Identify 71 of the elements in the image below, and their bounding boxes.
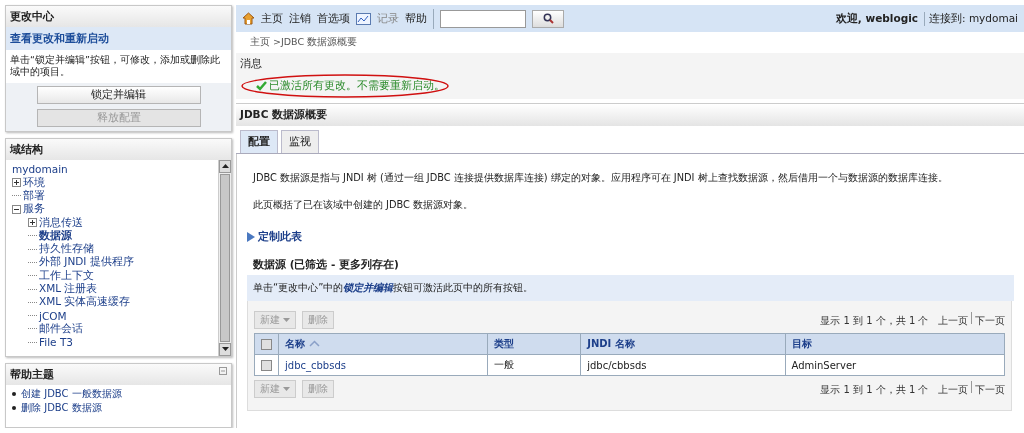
tree-item[interactable]: 消息传送 xyxy=(39,215,83,230)
caret-icon xyxy=(283,386,290,392)
tree-item[interactable]: 持久性存储 xyxy=(39,242,94,257)
expand-icon[interactable] xyxy=(12,178,21,188)
tree-item[interactable]: 外部 JNDI 提供程序 xyxy=(39,255,134,270)
datasource-link[interactable]: jdbc_cbbsds xyxy=(278,354,488,376)
tree-item[interactable]: XML 实体高速缓存 xyxy=(39,295,131,310)
checkbox[interactable] xyxy=(261,338,272,350)
tree-item[interactable]: 数据源 xyxy=(39,228,72,243)
previous-page-link[interactable]: 上一页 xyxy=(938,315,968,326)
scrollbar[interactable] xyxy=(218,159,231,356)
tree-item[interactable]: 环境 xyxy=(23,175,45,190)
breadcrumb[interactable]: 主页 >JDBC 数据源概要 xyxy=(236,32,1024,53)
table-title: 数据源 (已筛选 - 更多列存在) xyxy=(253,258,400,272)
pagination-summary: 显示 1 到 1 个，共 1 个 xyxy=(820,315,929,326)
next-page-link[interactable]: 下一页 xyxy=(975,384,1005,395)
sort-icon xyxy=(309,340,320,347)
description-text: 此页概括了已在该域中创建的 JDBC 数据源对象。 xyxy=(253,199,475,212)
next-page-link[interactable]: 下一页 xyxy=(975,315,1005,326)
tab[interactable]: 监视 xyxy=(281,130,319,153)
bullet-icon xyxy=(12,405,16,410)
expand-icon[interactable] xyxy=(28,218,37,227)
column-header[interactable]: 目标 xyxy=(785,333,1005,355)
caret-icon xyxy=(283,317,290,323)
description-text: 单击“锁定并编辑”按钮，可修改，添加或删除此域中的项目。 xyxy=(9,53,221,80)
panel-title: 域结构 xyxy=(6,138,231,160)
triangle-icon[interactable] xyxy=(247,232,255,242)
help-link[interactable]: 创建 JDBC 一般数据源 xyxy=(21,387,122,400)
column-header[interactable]: 类型 xyxy=(487,333,581,355)
bullet-icon xyxy=(12,391,16,396)
checkmark-icon xyxy=(256,81,267,91)
tree-item[interactable]: 邮件会话 xyxy=(39,321,83,336)
previous-page-link[interactable]: 上一页 xyxy=(938,384,968,395)
tab[interactable]: 配置 xyxy=(240,130,278,153)
tree-item[interactable]: 工作上下文 xyxy=(39,268,94,283)
down-arrow-icon[interactable] xyxy=(221,347,229,352)
customize-table-link[interactable]: 定制此表 xyxy=(258,230,302,244)
notice-text: 单击“更改中心”中的锁定并编辑按钮可激活此页中的所有按钮。 xyxy=(247,275,1014,301)
success-message: 已激活所有更改。不需要重新启动。 xyxy=(269,79,445,93)
tree-item[interactable]: jCOM xyxy=(39,309,67,322)
panel-title: 更改中心 xyxy=(6,6,231,27)
search-field[interactable] xyxy=(440,9,526,28)
toolbar-link[interactable]: 注销 xyxy=(289,11,311,26)
panel-title: 帮助主题 xyxy=(10,366,54,382)
view-changes-link[interactable]: 查看更改和重新启动 xyxy=(6,27,231,50)
help-link[interactable]: 删除 JDBC 数据源 xyxy=(21,401,102,414)
tree-item[interactable]: 部署 xyxy=(23,188,45,203)
chart-icon[interactable] xyxy=(356,12,371,25)
description-text: JDBC 数据源是指与 JNDI 树 (通过一组 JDBC 连接提供数据库连接) 绑定的对象。应用程序可在 JNDI 树上查找数据源，然后借用一个与数据源的数据库连接。 xyxy=(253,172,949,185)
lock-edit-button[interactable]: 锁定并编辑 xyxy=(36,85,201,104)
collapse-icon[interactable] xyxy=(12,204,21,214)
tree-item[interactable]: File T3 xyxy=(39,336,73,349)
toolbar-link[interactable]: 首选项 xyxy=(317,11,350,26)
messages-title: 消息 xyxy=(240,56,263,71)
checkbox[interactable] xyxy=(261,359,272,371)
search-icon xyxy=(542,13,554,24)
toolbar-link[interactable]: 主页 xyxy=(261,11,283,26)
tree-item[interactable]: 服务 xyxy=(23,202,45,217)
up-arrow-icon[interactable] xyxy=(221,164,229,169)
tree-item[interactable]: XML 注册表 xyxy=(39,282,98,296)
panel-title: JDBC 数据源概要 xyxy=(236,103,1024,126)
column-header[interactable]: JNDI 名称 xyxy=(580,333,785,355)
tree-root[interactable]: mydomain xyxy=(12,163,68,176)
pagination-summary: 显示 1 到 1 个，共 1 个 xyxy=(820,384,929,395)
welcome-text: 欢迎, weblogic xyxy=(835,11,918,26)
toolbar-link[interactable]: 帮助 xyxy=(405,11,427,26)
column-header[interactable]: 名称 xyxy=(278,333,488,355)
home-icon[interactable] xyxy=(242,12,255,25)
connection-text: 连接到: mydomai xyxy=(924,11,1018,26)
table-cell: AdminServer xyxy=(785,354,1005,376)
search-button[interactable] xyxy=(532,9,564,28)
